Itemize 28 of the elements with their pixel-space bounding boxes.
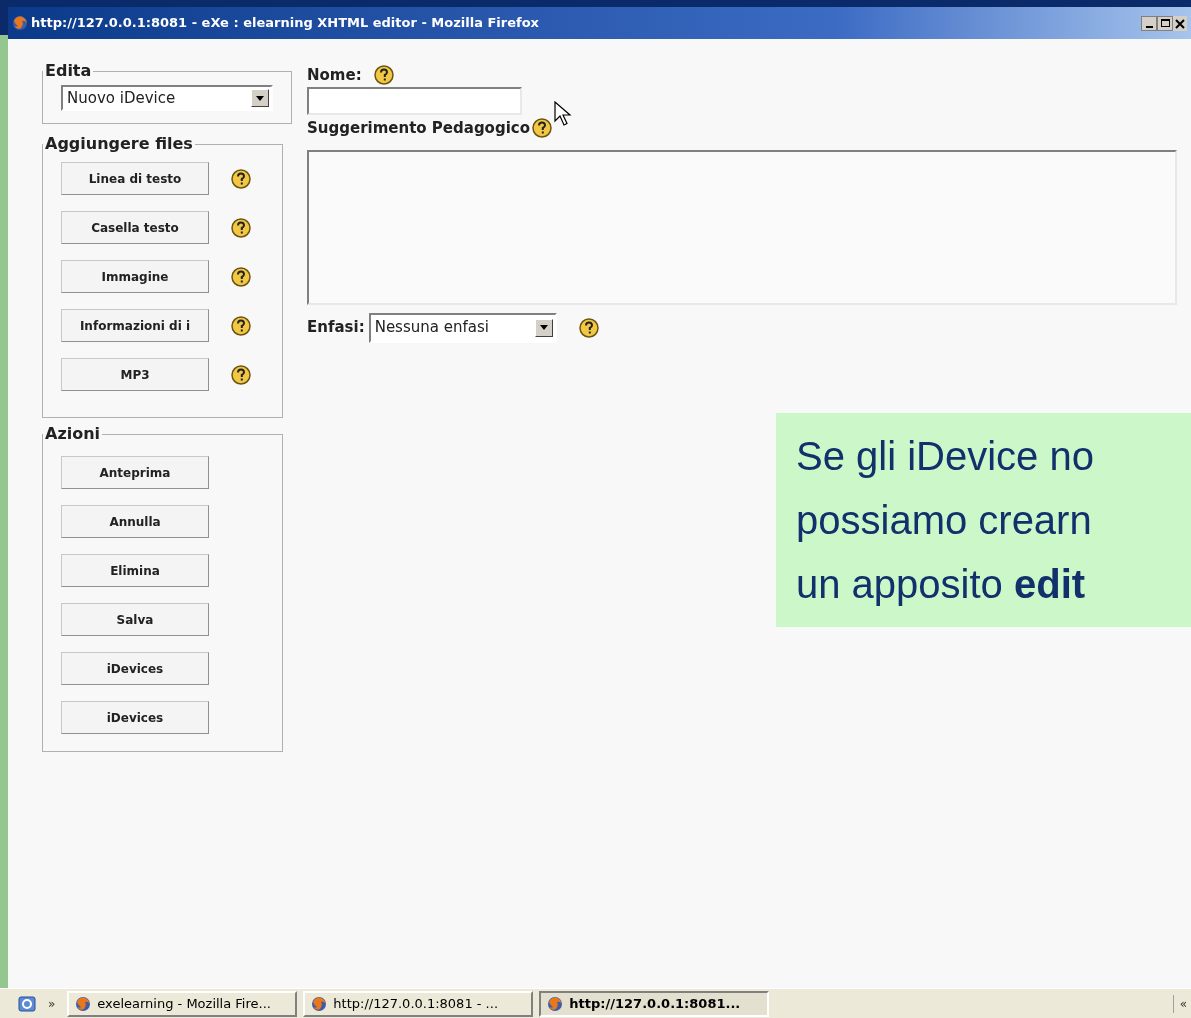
taskbar-button[interactable]: http://127.0.0.1:8081 - ... — [303, 990, 534, 1017]
select-field[interactable]: Nuovo iDevice — [61, 85, 273, 111]
window-title: http://127.0.0.1:8081 - eXe : elearning XHTML editor - Mozilla Firefox — [31, 14, 539, 33]
taskbar-expand[interactable]: » — [42, 994, 62, 1013]
taskbar-button[interactable]: exelearning - Mozilla Fire... — [67, 990, 298, 1017]
panel-button[interactable]: Salva — [61, 603, 209, 636]
panel-button[interactable]: Informazioni di i — [61, 309, 209, 342]
taskbar-button[interactable]: http://127.0.0.1:8081... — [539, 990, 770, 1017]
group-legend: Azioni — [43, 422, 103, 446]
panel-button[interactable]: iDevices — [61, 701, 209, 734]
callout-text: un apposito edit — [796, 561, 1087, 608]
panel-button[interactable]: Casella testo — [61, 211, 209, 244]
group-legend: Aggiungere files — [43, 132, 195, 156]
panel-button[interactable]: Linea di testo — [61, 162, 209, 195]
panel-button[interactable]: Annulla — [61, 505, 209, 538]
callout-text: possiamo crearn — [796, 497, 1093, 544]
emphasis-select[interactable]: Nessuna enfasi — [368, 312, 557, 343]
panel-button[interactable]: Elimina — [61, 554, 209, 587]
tray-collapse[interactable]: « — [1172, 994, 1187, 1013]
callout-text: Se gli iDevice no — [796, 433, 1095, 480]
field-label: Suggerimento Pedagogico — [307, 118, 530, 139]
field-label: Nome: — [307, 64, 362, 86]
field-label: Enfasi: — [307, 317, 365, 339]
panel-button[interactable]: iDevices — [61, 652, 209, 685]
group-legend: Edita — [43, 59, 94, 83]
panel-button[interactable]: MP3 — [61, 358, 209, 391]
panel-button[interactable]: Anteprima — [61, 456, 209, 489]
panel-button[interactable]: Immagine — [61, 260, 209, 293]
